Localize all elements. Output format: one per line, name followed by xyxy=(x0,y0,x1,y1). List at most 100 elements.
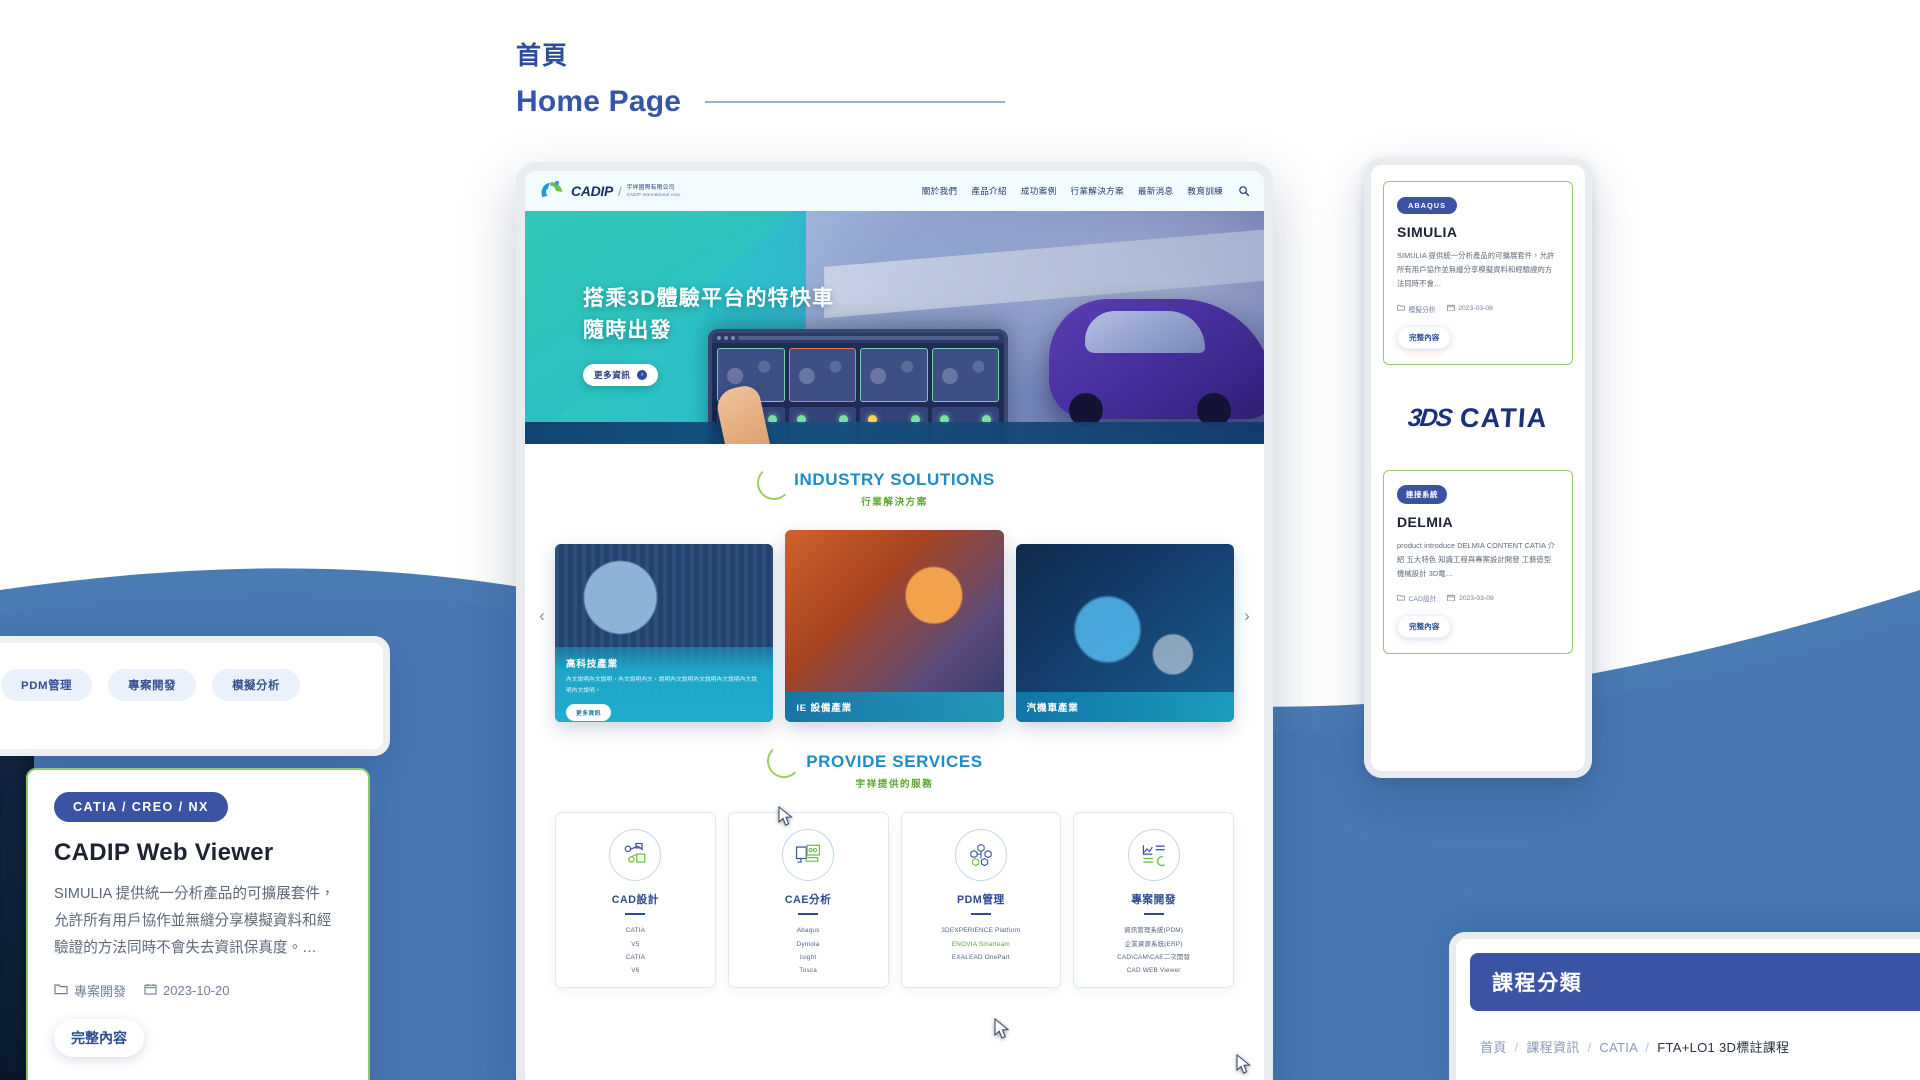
services-section-heading: PROVIDE SERVICES 宇祥提供的服務 xyxy=(525,722,1264,790)
industry-card-automotive[interactable]: 汽機車產業 xyxy=(1015,544,1234,722)
industry-card-title: 高科技產業 xyxy=(566,659,618,671)
news-read-more-button[interactable]: 完整內容 xyxy=(1397,615,1452,639)
service-card-cae[interactable]: CAE分析 Abaqus Dymola Isight Tosca xyxy=(727,812,889,988)
nav-news[interactable]: 最新消息 xyxy=(1138,185,1174,197)
site-header: CADIP / 宇祥國際有限公司 CADIP International cor… xyxy=(525,171,1264,211)
service-item: 企業資源系統(ERP) xyxy=(1124,940,1183,948)
card-meta: 專案開發 2023-10-20 xyxy=(54,981,342,1000)
folder-icon xyxy=(54,983,68,998)
service-title: PDM管理 xyxy=(957,894,1005,906)
service-rule xyxy=(1143,913,1164,916)
hero-headline-line2: 隨時出發 xyxy=(583,318,672,342)
tab-pdm[interactable]: PDM管理 xyxy=(1,669,93,701)
service-title: CAD設計 xyxy=(611,894,659,906)
news-card-simulia[interactable]: ABAQUS SIMULIA SIMULIA 提供統一分析產品的可擴展套件，允許… xyxy=(1383,181,1573,365)
chevron-right-icon[interactable]: › xyxy=(1238,606,1256,625)
status-badge: 連接系統 xyxy=(1397,484,1447,504)
industry-card-title: IE 設備產業 xyxy=(796,703,853,714)
breadcrumb-separator: / xyxy=(1514,1040,1519,1055)
page-title-zh: 首頁 xyxy=(516,42,569,70)
industry-heading-en: INDUSTRY SOLUTIONS xyxy=(794,470,995,489)
page-title: 首頁 Home Page xyxy=(516,40,1006,119)
search-icon[interactable] xyxy=(1237,185,1250,198)
service-item: CAD WEB Viewer xyxy=(1126,966,1181,974)
service-item: Tosca xyxy=(799,966,817,974)
service-item-list: CATIA V5 CATIA V6 xyxy=(564,924,707,977)
news-read-more-button[interactable]: 完整內容 xyxy=(1397,325,1452,349)
service-item-highlighted: ENOVIA Smarteam xyxy=(951,940,1010,948)
service-item-list: 3DEXPERIENCE Platform ENOVIA Smarteam EX… xyxy=(910,924,1053,963)
services-heading-en: PROVIDE SERVICES xyxy=(806,752,983,771)
nav-about[interactable]: 關於我們 xyxy=(922,185,958,197)
service-card-cad[interactable]: CAD設計 CATIA V5 CATIA V6 xyxy=(555,812,716,988)
news-category: CAD設計 xyxy=(1408,596,1437,604)
left-tabs-mockup: PDM管理 專案開發 模擬分析 xyxy=(0,636,390,756)
industry-card-ie[interactable]: IE 設備產業 xyxy=(785,530,1004,722)
breadcrumb-item-courses[interactable]: 課程資訊 xyxy=(1526,1040,1579,1055)
breadcrumb: 首頁 / 課程資訊 / CATIA / FTA+LO1 3D標註課程 xyxy=(1480,1037,1918,1056)
industry-card-cta[interactable]: 更多資訊 xyxy=(566,703,611,721)
tab-simulation[interactable]: 模擬分析 xyxy=(212,669,301,701)
status-badge: CATIA / CREO / NX xyxy=(54,792,228,822)
nav-solutions[interactable]: 行業解決方案 xyxy=(1070,185,1123,197)
main-browser-mockup: CADIP / 宇祥國際有限公司 CADIP International cor… xyxy=(516,162,1273,1080)
news-meta: 模擬分析 2023-03-08 xyxy=(1397,304,1559,314)
nav-products[interactable]: 產品介紹 xyxy=(971,185,1007,197)
card-date: 2023-10-20 xyxy=(163,982,230,998)
service-item: 資訊管理系統(PDM) xyxy=(1124,927,1184,935)
hero-car-graphic xyxy=(1049,299,1264,427)
news-card-delmia[interactable]: 連接系統 DELMIA product introduce DELMIA CON… xyxy=(1383,469,1573,655)
hero-cta-label: 更多資訊 xyxy=(594,370,631,380)
card-category: 專案開發 xyxy=(74,983,127,999)
calendar-icon xyxy=(144,983,157,998)
news-meta: CAD設計 2023-03-08 xyxy=(1397,593,1559,603)
logo-slash: / xyxy=(618,183,622,199)
service-card-project[interactable]: 專案開發 資訊管理系統(PDM) 企業資源系統(ERP) CAD\CAM\CAE… xyxy=(1073,812,1234,988)
news-date: 2023-03-08 xyxy=(1458,594,1494,602)
services-heading-zh: 宇祥提供的服務 xyxy=(855,779,934,790)
service-item-list: 資訊管理系統(PDM) 企業資源系統(ERP) CAD\CAM\CAE二次開發 … xyxy=(1082,924,1225,977)
industry-card-hightech[interactable]: 高科技產業 內文說明內文說明，內文說明內文，說明內文說明內文說明內文說明內文說明… xyxy=(555,544,774,722)
breadcrumb-separator: / xyxy=(1645,1040,1650,1055)
cadip-logo-icon xyxy=(539,180,566,202)
service-title: 專案開發 xyxy=(1131,894,1177,906)
hero-bottom-band xyxy=(525,422,1264,444)
news-title: DELMIA xyxy=(1397,513,1454,530)
project-chart-icon xyxy=(1127,829,1180,881)
logo-wordmark: CADIP xyxy=(571,183,614,199)
category-tabs: PDM管理 專案開發 模擬分析 xyxy=(0,643,383,701)
arrow-right-circle-icon: › xyxy=(637,370,648,380)
news-title: SIMULIA xyxy=(1397,224,1458,240)
site-logo[interactable]: CADIP / 宇祥國際有限公司 CADIP International cor… xyxy=(539,180,681,202)
calendar-icon xyxy=(1447,594,1456,604)
breadcrumb-item-catia[interactable]: CATIA xyxy=(1599,1040,1637,1055)
folder-icon xyxy=(1397,594,1405,603)
service-item-list: Abaqus Dymola Isight Tosca xyxy=(737,924,880,977)
service-item: Isight xyxy=(799,953,817,961)
website-preview: CADIP / 宇祥國際有限公司 CADIP International cor… xyxy=(525,171,1264,1080)
service-rule xyxy=(970,913,991,916)
hero-banner: 搭乘3D體驗平台的特快車 隨時出發 更多資訊 › xyxy=(525,211,1264,444)
nav-training[interactable]: 教育訓練 xyxy=(1187,185,1223,197)
nav-cases[interactable]: 成功案例 xyxy=(1021,185,1057,197)
logo-company-zh: 宇祥國際有限公司 xyxy=(626,185,675,192)
service-card-pdm[interactable]: PDM管理 3DEXPERIENCE Platform ENOVIA Smart… xyxy=(900,812,1062,988)
industry-card-overlay: 高科技產業 內文說明內文說明，內文說明內文，說明內文說明內文說明內文說明內文說明… xyxy=(555,647,774,722)
calendar-icon xyxy=(1446,304,1455,314)
cadip-web-viewer-card[interactable]: CATIA / CREO / NX CADIP Web Viewer SIMUL… xyxy=(26,768,370,1080)
card-read-more-button[interactable]: 完整內容 xyxy=(54,1018,144,1057)
hero-headline-line1: 搭乘3D體驗平台的特快車 xyxy=(583,287,835,310)
page-title-en: Home Page xyxy=(516,84,682,118)
breadcrumb-item-home[interactable]: 首頁 xyxy=(1480,1040,1507,1055)
folder-icon xyxy=(1397,304,1405,313)
card-body: SIMULIA 提供統一分析產品的可擴展套件，允許所有用戶協作並無縫分享模擬資料… xyxy=(54,886,335,956)
chevron-left-icon[interactable]: ‹ xyxy=(533,606,551,625)
service-item: CATIA xyxy=(625,953,646,961)
status-badge: ABAQUS xyxy=(1397,197,1458,214)
tab-project[interactable]: 專案開發 xyxy=(108,669,197,701)
cad-design-icon xyxy=(609,829,662,881)
hero-cta-button[interactable]: 更多資訊 › xyxy=(583,364,659,386)
news-category: 模擬分析 xyxy=(1408,306,1436,314)
3ds-mark: 3DS xyxy=(1406,403,1453,432)
service-item: 3DEXPERIENCE Platform xyxy=(941,927,1021,935)
